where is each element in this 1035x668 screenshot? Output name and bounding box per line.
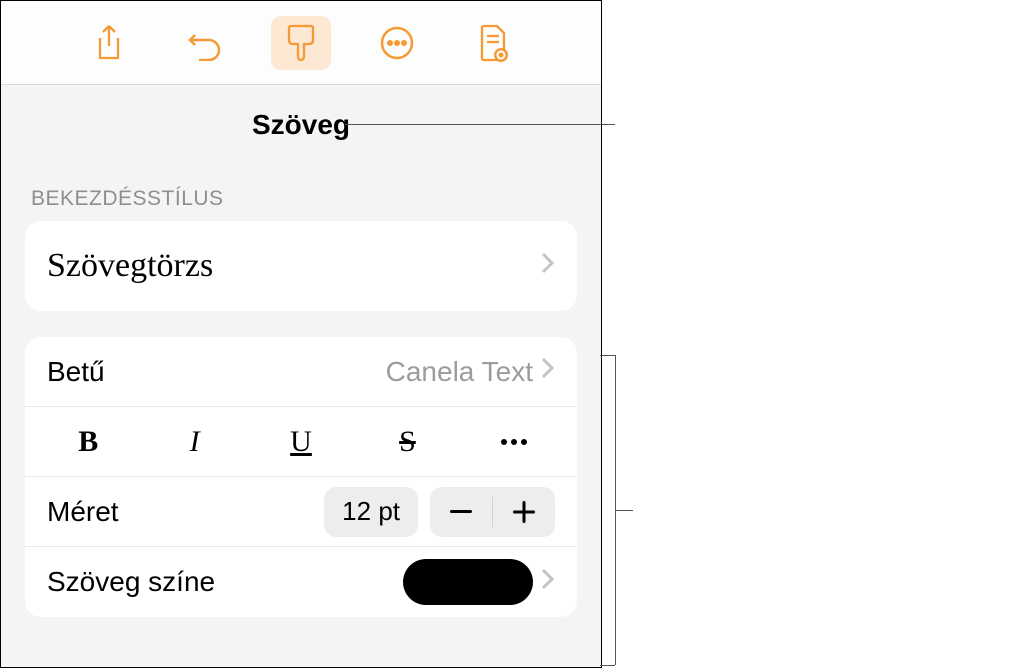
underline-button[interactable]: U <box>248 407 354 476</box>
font-value-wrap: Canela Text <box>386 356 555 388</box>
paragraph-style-header: Bekezdésstílus <box>1 155 601 221</box>
paragraph-style-value: Szövegtörzs <box>47 247 213 285</box>
size-label: Méret <box>47 496 119 528</box>
more-format-button[interactable] <box>461 407 567 476</box>
text-color-label: Szöveg színe <box>47 566 215 598</box>
font-label: Betű <box>47 356 105 388</box>
text-color-value-wrap <box>403 559 555 605</box>
font-value: Canela Text <box>386 356 533 388</box>
callout-line <box>615 510 633 511</box>
panel-title: Szöveg <box>1 85 601 155</box>
size-row: Méret 12 pt <box>25 477 577 547</box>
toolbar <box>1 1 601 85</box>
strikethrough-button[interactable]: S <box>354 407 460 476</box>
size-decrease-button[interactable] <box>430 487 492 537</box>
share-button[interactable] <box>79 16 139 70</box>
format-brush-button[interactable] <box>271 16 331 70</box>
format-buttons-row: B I U S <box>25 407 577 477</box>
callout-line <box>345 124 615 125</box>
text-format-card: Betű Canela Text B I U S Méret 12 pt <box>25 337 577 617</box>
callout-line <box>600 355 615 356</box>
paragraph-style-row[interactable]: Szövegtörzs <box>25 221 577 311</box>
size-stepper <box>430 487 555 537</box>
chevron-right-icon <box>541 568 555 597</box>
bold-button[interactable]: B <box>35 407 141 476</box>
paragraph-style-card: Szövegtörzs <box>25 221 577 311</box>
text-color-swatch[interactable] <box>403 559 533 605</box>
format-panel: Szöveg Bekezdésstílus Szövegtörzs Betű C… <box>0 0 602 668</box>
size-increase-button[interactable] <box>493 487 555 537</box>
callout-line <box>600 665 615 666</box>
document-view-button[interactable] <box>463 16 523 70</box>
italic-button[interactable]: I <box>141 407 247 476</box>
chevron-right-icon <box>541 252 555 281</box>
more-button[interactable] <box>367 16 427 70</box>
font-row[interactable]: Betű Canela Text <box>25 337 577 407</box>
size-controls: 12 pt <box>324 487 555 537</box>
chevron-right-icon <box>541 357 555 386</box>
size-value[interactable]: 12 pt <box>324 487 418 537</box>
undo-button[interactable] <box>175 16 235 70</box>
text-color-row[interactable]: Szöveg színe <box>25 547 577 617</box>
